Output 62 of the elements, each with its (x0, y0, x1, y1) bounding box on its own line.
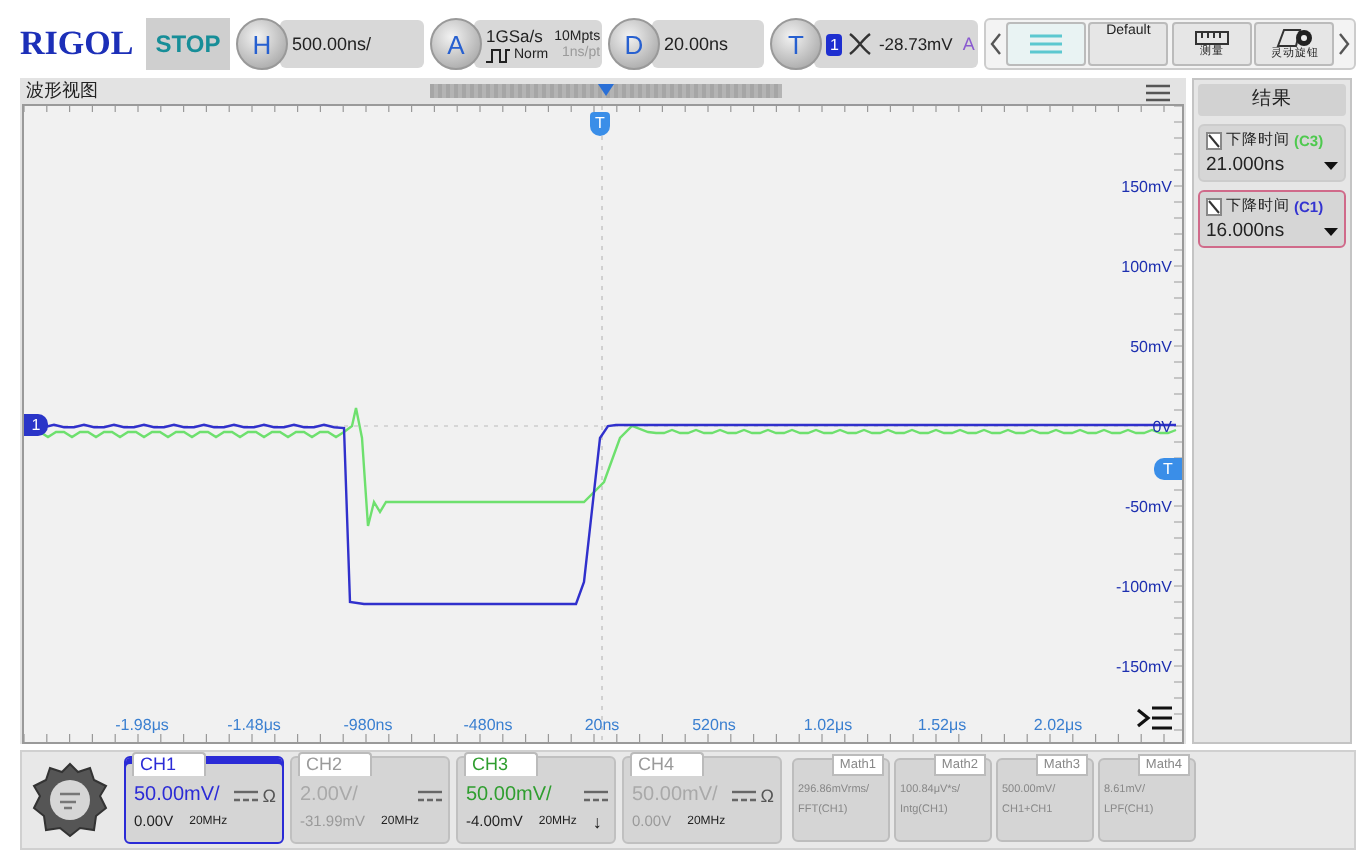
trigger-sweep: A (962, 34, 975, 54)
brand-logo: RIGOL (20, 22, 136, 66)
knob-icon (1274, 28, 1315, 48)
voltage-label: -100mV (1115, 578, 1172, 596)
time-label: -1.98μs (115, 716, 169, 734)
pulse-icon (486, 47, 510, 63)
delay-button[interactable]: D (608, 18, 660, 70)
setting-panel[interactable]: 500.00ns/ (280, 20, 424, 68)
time-label: 2.02μs (1033, 716, 1083, 734)
panel-title: 波形视图 (24, 78, 100, 104)
voltage-label: 150mV (1121, 178, 1172, 196)
channel-tab: CH2 (298, 752, 373, 776)
time-label: 520ns (692, 716, 736, 734)
fall-edge-icon (1206, 197, 1222, 215)
trigger-source: 1 (826, 33, 843, 55)
time-label: -980ns (343, 716, 393, 734)
setting-panel[interactable]: 20.00ns (652, 20, 764, 68)
channel-scale: 50.00mV/ (134, 784, 220, 806)
impedance-label: Ω (760, 785, 774, 805)
position-triangle-icon (598, 84, 614, 96)
channel-tab: CH3 (464, 752, 539, 776)
channel-marker[interactable]: 1 (24, 414, 48, 436)
timebase-value: 500.00ns/ (292, 34, 372, 54)
delay-value: 20.00ns (664, 34, 729, 54)
time-label: 1.02μs (803, 716, 853, 734)
chevron-right-icon[interactable] (1337, 32, 1350, 56)
menu-icon[interactable] (1146, 84, 1170, 102)
voltage-label: 50mV (1130, 338, 1172, 356)
channel-scale: 50.00mV/ (466, 784, 552, 806)
time-label: -480ns (463, 716, 513, 734)
trigger-level: -28.73mV (878, 34, 953, 54)
acquire-button[interactable]: A (430, 18, 482, 70)
coupling-icon (732, 789, 757, 801)
time-label: 20ns (584, 716, 620, 734)
channel-tab: CH4 (630, 752, 705, 776)
voltage-label: -50mV (1124, 498, 1172, 516)
time-label: 1.52μs (917, 716, 967, 734)
layers-icon (1025, 30, 1066, 58)
gear-icon[interactable] (32, 762, 108, 838)
horizontal-button[interactable]: H (236, 18, 288, 70)
fall-edge-icon (1206, 131, 1222, 149)
impedance-label: Ω (262, 785, 276, 805)
ruler-icon (1193, 30, 1230, 46)
trigger-button[interactable]: T (770, 18, 822, 70)
chevron-left-icon[interactable] (990, 32, 1002, 56)
coupling-icon (234, 789, 259, 801)
voltage-label: 100mV (1121, 258, 1172, 276)
coupling-icon (418, 789, 442, 801)
coupling-icon (584, 789, 608, 801)
measurement-value: 16.000ns (1206, 220, 1285, 242)
measurement-value: 21.000ns (1206, 154, 1285, 176)
results-title: 结果 (1198, 84, 1346, 116)
channel-tab: CH1 (132, 752, 207, 776)
voltage-label: -150mV (1115, 658, 1172, 676)
dropdown-icon (1324, 161, 1338, 169)
time-label: -1.48μs (227, 716, 281, 734)
sample-rate: 1GSa/s (486, 25, 545, 45)
collapse-menu-icon[interactable] (1136, 706, 1172, 730)
dropdown-icon (1324, 227, 1338, 235)
invert-marker: ↓ (592, 813, 602, 829)
edge-icon (848, 32, 873, 56)
setting-panel[interactable]: 1 -28.73mV A (814, 20, 978, 68)
